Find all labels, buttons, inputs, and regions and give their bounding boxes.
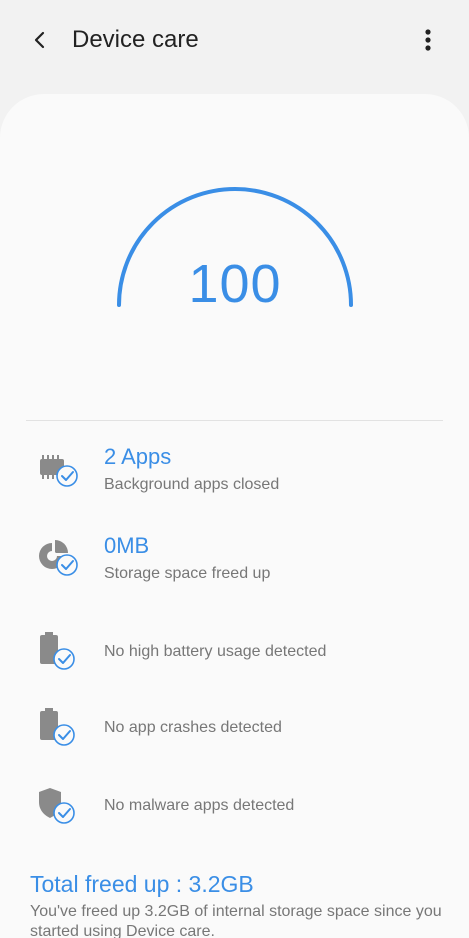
divider: [26, 420, 443, 421]
result-subtitle: Storage space freed up: [104, 565, 271, 582]
device-care-screen: Device care 100 2 Apps Background apps c…: [0, 0, 469, 938]
result-subtitle: No high battery usage detected: [104, 643, 327, 660]
result-title: 2 Apps: [104, 444, 172, 469]
battery-check-icon: [40, 632, 75, 670]
result-title: 0MB: [104, 533, 150, 558]
back-button[interactable]: [22, 22, 58, 58]
total-freed-description: You've freed up 3.2GB of internal storag…: [30, 903, 442, 938]
score-value: 100: [188, 254, 282, 314]
memory-chip-check-icon: [40, 455, 78, 487]
result-subtitle: No app crashes detected: [104, 719, 282, 736]
result-subtitle: No malware apps detected: [104, 797, 295, 814]
shield-check-icon: [39, 788, 75, 824]
more-vertical-icon: [425, 29, 431, 51]
more-options-button[interactable]: [410, 22, 446, 58]
app-bar: Device care: [0, 0, 469, 84]
page-title: Device care: [72, 26, 199, 53]
total-freed-title: Total freed up : 3.2GB: [30, 871, 254, 897]
app-crash-check-icon: [40, 708, 75, 746]
storage-pie-check-icon: [39, 540, 78, 576]
chevron-left-icon: [34, 31, 45, 49]
result-subtitle: Background apps closed: [104, 476, 280, 493]
